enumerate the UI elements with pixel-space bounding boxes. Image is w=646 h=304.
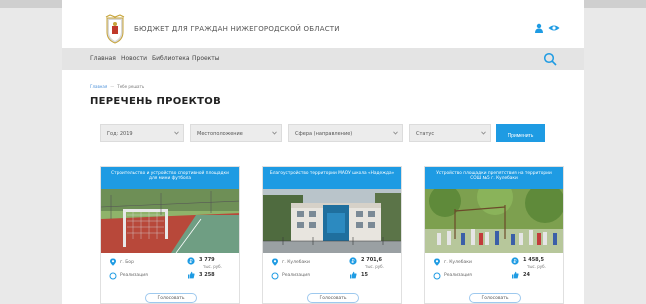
- breadcrumb-current: Тебе решать: [117, 84, 145, 89]
- chevron-down-icon: [393, 131, 398, 135]
- status-circle-icon: [109, 272, 117, 280]
- project-card[interactable]: Строительство и устройство спортивной пл…: [100, 166, 240, 304]
- nav-item-projects[interactable]: Проекты: [192, 55, 220, 62]
- breadcrumb-home[interactable]: Главная: [90, 84, 107, 89]
- breadcrumb: Главная — Тебе решать: [90, 84, 144, 89]
- project-status: Реализация: [282, 273, 310, 278]
- status-circle-icon: [271, 272, 279, 280]
- vote-button[interactable]: Голосовать: [145, 293, 197, 303]
- filter-bar: Год: 2019 Местоположение Сфера (направле…: [100, 124, 545, 142]
- project-amount: 2 701,6: [361, 257, 383, 263]
- project-photo[interactable]: [101, 189, 239, 253]
- main-nav: Главная Новости Библиотека Проекты: [62, 48, 584, 70]
- project-meta: г. Бор ₽ 3 779 тыс. руб. Реализация 3 25…: [101, 253, 239, 304]
- project-card[interactable]: Благоустройство территории МАОУ школа «Н…: [262, 166, 402, 304]
- project-location: г. Бор: [120, 260, 134, 265]
- project-card-title[interactable]: Строительство и устройство спортивной пл…: [101, 167, 239, 189]
- project-location: г. Кулебаки: [282, 260, 310, 265]
- project-amount-unit: тыс. руб.: [365, 264, 384, 269]
- nav-item-news[interactable]: Новости: [121, 55, 147, 62]
- project-likes: 15: [361, 272, 368, 278]
- vote-button[interactable]: Голосовать: [469, 293, 521, 303]
- thumbs-up-icon: [350, 271, 357, 279]
- school-building-photo: [263, 189, 401, 253]
- location-select[interactable]: Местоположение: [190, 124, 282, 142]
- location-select-value: Местоположение: [197, 131, 243, 137]
- project-location: г. Кулебаки: [444, 260, 472, 265]
- location-pin-icon: [272, 258, 278, 266]
- page-title: ПЕРЕЧЕНЬ ПРОЕКТОВ: [90, 96, 221, 107]
- project-likes: 3 258: [199, 272, 215, 278]
- ruble-icon: ₽: [349, 257, 357, 265]
- chevron-down-icon: [272, 131, 277, 135]
- project-amount-unit: тыс. руб.: [527, 264, 546, 269]
- chevron-down-icon: [174, 131, 179, 135]
- project-status: Реализация: [444, 273, 472, 278]
- project-card[interactable]: Устройство площадки препятствия на терри…: [424, 166, 564, 304]
- apply-button[interactable]: Применить: [496, 124, 545, 142]
- project-card-title[interactable]: Устройство площадки препятствия на терри…: [425, 167, 563, 189]
- project-meta: г. Кулебаки ₽ 2 701,6 тыс. руб. Реализац…: [263, 253, 401, 304]
- project-amount-unit: тыс. руб.: [203, 264, 222, 269]
- location-pin-icon: [110, 258, 116, 266]
- coat-of-arms-icon[interactable]: [104, 14, 126, 44]
- ruble-icon: ₽: [511, 257, 519, 265]
- site-header: БЮДЖЕТ ДЛЯ ГРАЖДАН НИЖЕГОРОДСКОЙ ОБЛАСТИ: [62, 8, 584, 48]
- site-title[interactable]: БЮДЖЕТ ДЛЯ ГРАЖДАН НИЖЕГОРОДСКОЙ ОБЛАСТИ: [134, 25, 340, 33]
- thumbs-up-icon: [512, 271, 519, 279]
- ruble-icon: ₽: [187, 257, 195, 265]
- nav-item-library[interactable]: Библиотека: [152, 55, 190, 62]
- sphere-select-value: Сфера (направление): [295, 131, 353, 137]
- project-meta: г. Кулебаки ₽ 1 458,5 тыс. руб. Реализац…: [425, 253, 563, 304]
- project-amount: 1 458,5: [523, 257, 545, 263]
- project-likes: 24: [523, 272, 530, 278]
- project-card-title[interactable]: Благоустройство территории МАОУ школа «Н…: [263, 167, 401, 189]
- status-select-value: Статус: [416, 131, 435, 137]
- sphere-select[interactable]: Сфера (направление): [288, 124, 403, 142]
- thumbs-up-icon: [188, 271, 195, 279]
- search-icon[interactable]: [543, 52, 557, 66]
- user-icon[interactable]: [534, 23, 544, 33]
- chevron-down-icon: [481, 131, 486, 135]
- vote-button[interactable]: Голосовать: [307, 293, 359, 303]
- football-field-photo: [101, 189, 239, 253]
- nav-item-home[interactable]: Главная: [90, 55, 116, 62]
- status-select[interactable]: Статус: [409, 124, 491, 142]
- project-status: Реализация: [120, 273, 148, 278]
- playground-photo: [425, 189, 563, 253]
- project-photo[interactable]: [263, 189, 401, 253]
- project-amount: 3 779: [199, 257, 215, 263]
- project-photo[interactable]: [425, 189, 563, 253]
- status-circle-icon: [433, 272, 441, 280]
- eye-icon[interactable]: [548, 24, 560, 32]
- location-pin-icon: [434, 258, 440, 266]
- year-select[interactable]: Год: 2019: [100, 124, 184, 142]
- page-container: БЮДЖЕТ ДЛЯ ГРАЖДАН НИЖЕГОРОДСКОЙ ОБЛАСТИ…: [62, 0, 584, 304]
- breadcrumb-separator: —: [110, 84, 115, 89]
- year-select-value: Год: 2019: [107, 131, 133, 137]
